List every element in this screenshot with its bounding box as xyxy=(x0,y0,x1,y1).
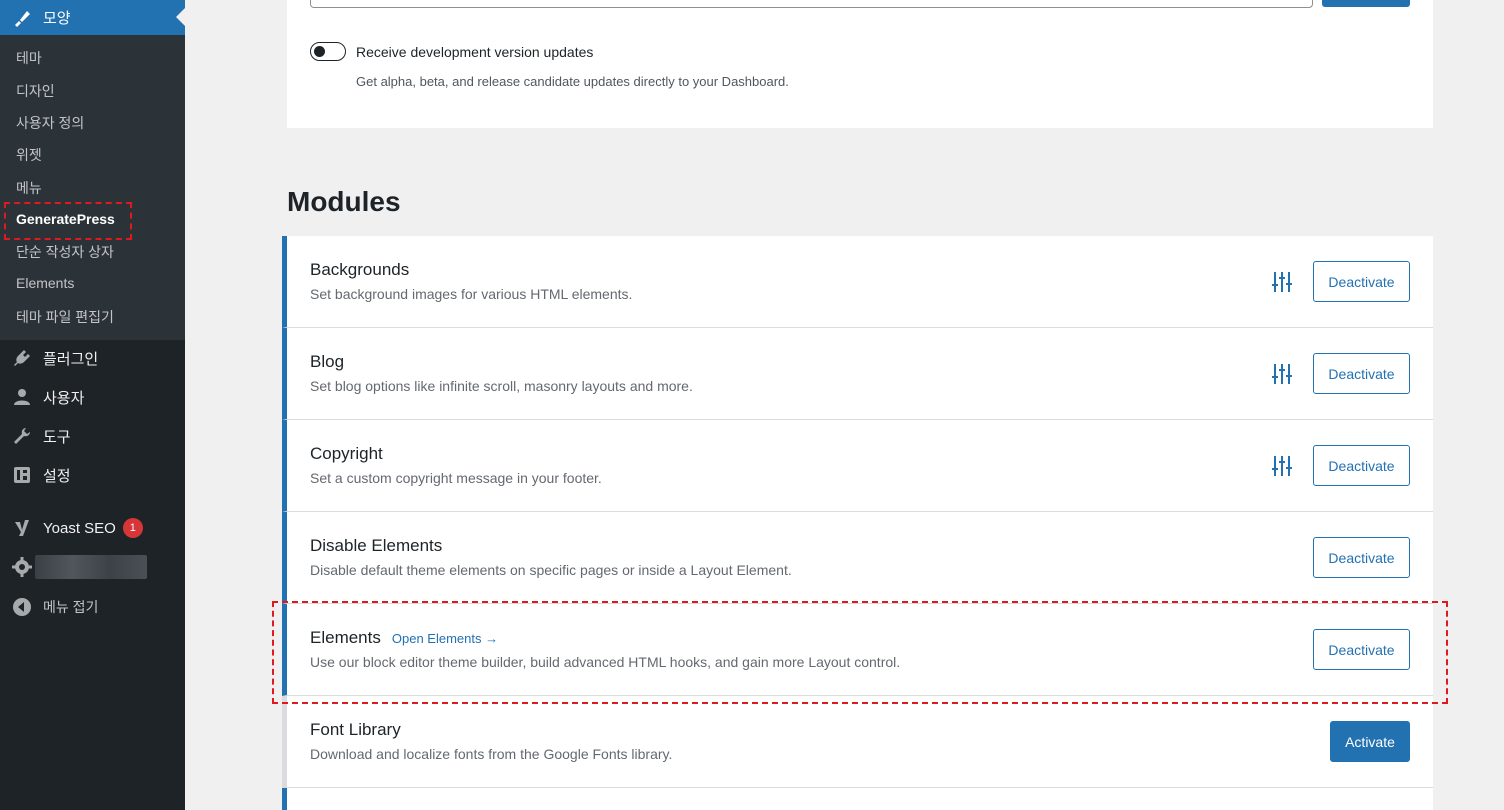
submenu-themes[interactable]: 테마 xyxy=(16,48,42,68)
module-backgrounds: Backgrounds Set background images for va… xyxy=(282,236,1433,328)
module-description: Set background images for various HTML e… xyxy=(310,286,633,302)
menu-yoast-seo[interactable]: Yoast SEO 1 xyxy=(0,510,185,546)
collapse-menu-label: 메뉴 접기 xyxy=(43,599,99,615)
module-title: Backgrounds xyxy=(310,260,410,279)
dev-updates-label: Receive development version updates xyxy=(356,44,594,60)
menu-appearance[interactable]: 모양 xyxy=(0,0,185,35)
admin-sidebar: 모양 테마 디자인 사용자 정의 위젯 메뉴 GeneratePress 단순 … xyxy=(0,0,185,810)
menu-plugins-label: 플러그인 xyxy=(43,350,99,368)
module-disable-elements: Disable Elements Disable default theme e… xyxy=(282,512,1433,604)
toggle-knob xyxy=(314,46,325,57)
settings-icon xyxy=(11,464,33,486)
submenu-customize[interactable]: 사용자 정의 xyxy=(16,113,84,133)
sliders-icon[interactable] xyxy=(1270,270,1294,294)
menu-yoast-label: Yoast SEO xyxy=(43,519,116,537)
sliders-icon[interactable] xyxy=(1270,362,1294,386)
submenu-design[interactable]: 디자인 xyxy=(16,81,55,101)
menu-appearance-label: 모양 xyxy=(43,10,71,27)
module-title: Font Library xyxy=(310,720,401,739)
brush-icon xyxy=(12,8,32,28)
submenu-widgets[interactable]: 위젯 xyxy=(16,145,42,165)
deactivate-button[interactable]: Deactivate xyxy=(1313,261,1410,302)
blurred-menu-label xyxy=(35,555,147,579)
gear-icon xyxy=(11,556,33,578)
open-elements-link[interactable]: Open Elements → xyxy=(392,631,498,646)
menu-settings-label: 설정 xyxy=(43,467,71,485)
wrench-icon xyxy=(11,425,33,447)
collapse-menu-button[interactable]: 메뉴 접기 xyxy=(0,589,185,625)
submenu-theme-file-editor[interactable]: 테마 파일 편집기 xyxy=(16,307,114,327)
module-font-library: Font Library Download and localize fonts… xyxy=(282,696,1433,788)
module-description: Set a custom copyright message in your f… xyxy=(310,470,602,486)
modules-heading: Modules xyxy=(287,186,401,217)
deactivate-button[interactable]: Deactivate xyxy=(1313,629,1410,670)
submenu-author-box[interactable]: 단순 작성자 상자 xyxy=(16,242,114,262)
deactivate-button[interactable]: Deactivate xyxy=(1313,353,1410,394)
module-copyright: Copyright Set a custom copyright message… xyxy=(282,420,1433,512)
dev-updates-toggle[interactable] xyxy=(310,42,346,61)
deactivate-button[interactable]: Deactivate xyxy=(1313,445,1410,486)
appearance-submenu: 테마 디자인 사용자 정의 위젯 메뉴 GeneratePress 단순 작성자… xyxy=(0,35,185,340)
license-key-input[interactable] xyxy=(310,0,1313,8)
module-title: Blog xyxy=(310,352,345,371)
activate-button[interactable]: Activate xyxy=(1330,721,1410,762)
notification-badge: 1 xyxy=(122,518,143,538)
module-title: Elements xyxy=(310,628,381,647)
current-menu-arrow xyxy=(176,8,185,26)
menu-tools-label: 도구 xyxy=(43,428,71,446)
submenu-elements[interactable]: Elements xyxy=(16,275,74,291)
collapse-arrow-icon xyxy=(11,596,33,618)
plugin-icon xyxy=(11,347,33,369)
yoast-icon xyxy=(11,517,33,539)
dev-updates-help: Get alpha, beta, and release candidate u… xyxy=(356,74,789,89)
sliders-icon[interactable] xyxy=(1270,454,1294,478)
menu-users-label: 사용자 xyxy=(43,389,85,407)
user-icon xyxy=(11,386,33,408)
deactivate-button[interactable]: Deactivate xyxy=(1313,537,1410,578)
module-blog: Blog Set blog options like infinite scro… xyxy=(282,328,1433,420)
save-license-button[interactable] xyxy=(1322,0,1410,7)
module-description: Disable default theme elements on specif… xyxy=(310,562,792,578)
module-description: Set blog options like infinite scroll, m… xyxy=(310,378,693,394)
menu-settings[interactable]: 설정 xyxy=(0,457,185,493)
menu-plugins[interactable]: 플러그인 xyxy=(0,340,185,376)
menu-blurred-item[interactable] xyxy=(0,549,185,585)
module-description: Download and localize fonts from the Goo… xyxy=(310,746,673,762)
submenu-generatepress[interactable]: GeneratePress xyxy=(16,211,115,227)
update-settings-card xyxy=(287,0,1433,128)
module-title-row: Elements Open Elements → xyxy=(310,628,498,648)
menu-users[interactable]: 사용자 xyxy=(0,379,185,415)
module-title: Disable Elements xyxy=(310,536,443,555)
menu-tools[interactable]: 도구 xyxy=(0,418,185,454)
submenu-menus[interactable]: 메뉴 xyxy=(16,178,42,198)
module-title: Copyright xyxy=(310,444,383,463)
module-next-partial xyxy=(282,788,1433,810)
module-elements: Elements Open Elements → Use our block ed… xyxy=(282,604,1433,696)
module-description: Use our block editor theme builder, buil… xyxy=(310,654,901,670)
